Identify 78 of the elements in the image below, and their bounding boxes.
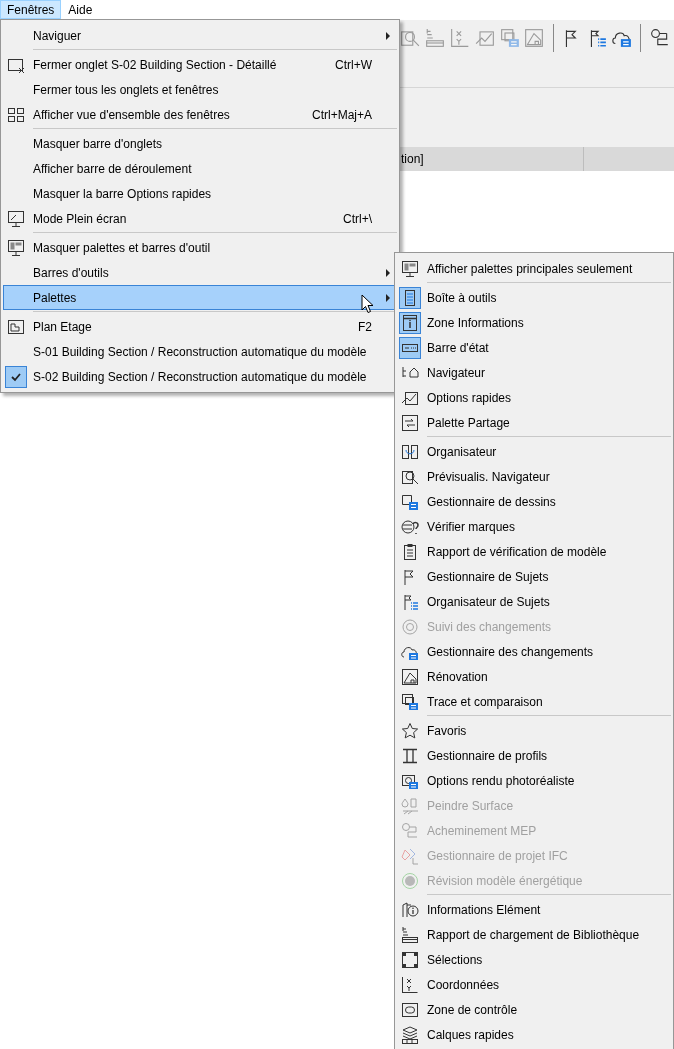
layers-icon <box>401 1025 419 1044</box>
clipboard-icon <box>401 542 419 561</box>
menu-item[interactable]: Trace et comparaison <box>397 689 671 714</box>
mouse-pointer-icon <box>361 294 374 314</box>
building-info-icon <box>401 900 419 919</box>
overlay-squares-icon[interactable] <box>499 28 520 48</box>
menu-item[interactable]: Rapport de vérification de modèle <box>397 539 671 564</box>
magnifier-icon[interactable] <box>400 28 421 48</box>
menu-item[interactable]: Masquer barre d'onglets <box>3 131 397 156</box>
menu-item[interactable]: Naviguer <box>3 23 397 48</box>
menu-item[interactable]: Barres d'outils <box>3 260 397 285</box>
menu-item[interactable]: Afficher palettes principales seulement <box>397 256 671 281</box>
menu-item[interactable]: Organisateur <box>397 439 671 464</box>
document-list-icon <box>401 492 419 511</box>
menu-item[interactable]: Zone Informations <box>397 310 671 335</box>
menu-item[interactable]: Prévisualis. Navigateur <box>397 464 671 489</box>
shortcut-text: Ctrl+\ <box>343 211 372 226</box>
menu-item[interactable]: Fermer tous les onglets et fenêtres <box>3 77 397 102</box>
shortcut-text: Ctrl+W <box>335 57 372 72</box>
menu-item[interactable]: Masquer palettes et barres d'outil <box>3 235 397 260</box>
house-frame-icon[interactable] <box>524 28 545 48</box>
tab-title[interactable]: tion] <box>401 147 583 171</box>
library-icon <box>401 925 419 944</box>
menu-item[interactable]: Masquer la barre Options rapides <box>3 181 397 206</box>
menu-item[interactable]: Rénovation <box>397 664 671 689</box>
pipes-icon <box>401 821 419 840</box>
menu-item[interactable]: Palettes <box>3 285 397 310</box>
coordinates-icon <box>401 975 419 994</box>
monitor-panels-icon <box>401 259 419 278</box>
library-icon[interactable] <box>425 28 446 48</box>
overlay-squares-icon <box>401 692 419 711</box>
selection-icon <box>401 950 419 969</box>
menu-item[interactable]: Informations Elément <box>397 897 671 922</box>
chart-line-icon[interactable] <box>474 28 495 48</box>
menu-item[interactable]: Gestionnaire de dessins <box>397 489 671 514</box>
menu-item[interactable]: Gestionnaire des changements <box>397 639 671 664</box>
monitor-icon <box>7 209 25 228</box>
grid-icon <box>7 105 25 124</box>
menu-item[interactable]: Afficher vue d'ensemble des fenêtres Ctrl+Maj+A <box>3 102 397 127</box>
menu-item[interactable]: Navigateur <box>397 360 671 385</box>
question-icon <box>401 517 419 536</box>
star-icon <box>401 721 419 740</box>
menu-item[interactable]: Gestionnaire de Sujets <box>397 564 671 589</box>
house-frame-icon <box>401 667 419 686</box>
menu-item[interactable]: Plan Etage F2 <box>3 314 397 339</box>
menubar-item[interactable]: Fenêtres <box>0 0 62 19</box>
menu-item[interactable]: Sélections <box>397 947 671 972</box>
menu-item[interactable]: Fermer onglet S-02 Building Section - Détaillé Ctrl+W <box>3 52 397 77</box>
monitor-panels-icon <box>7 238 25 257</box>
menu-item[interactable]: Coordonnées <box>397 972 671 997</box>
menu-item[interactable]: Vérifier marques <box>397 514 671 539</box>
menu-item[interactable]: Options rapides <box>397 385 671 410</box>
menu-item[interactable]: Favoris <box>397 718 671 743</box>
menubar-item[interactable]: Aide <box>61 0 100 19</box>
exchange-arrows-icon <box>401 413 419 432</box>
flag-list-icon <box>401 592 419 611</box>
menu-item[interactable]: Boîte à outils <box>397 285 671 310</box>
menu-item[interactable]: Mode Plein écran Ctrl+\ <box>3 206 397 231</box>
menu-item[interactable]: Palette Partage <box>397 410 671 435</box>
menu-item[interactable]: Rapport de chargement de Bibliothèque <box>397 922 671 947</box>
pipes-icon[interactable] <box>649 28 670 48</box>
i-beam-icon <box>401 746 419 765</box>
menu-item[interactable]: Gestionnaire de profils <box>397 743 671 768</box>
menu-item[interactable]: Zone de contrôle <box>397 997 671 1022</box>
shortcut-text: Ctrl+Maj+A <box>311 107 372 122</box>
shortcut-text: F2 <box>358 319 372 334</box>
menu-item[interactable]: S-02 Building Section / Reconstruction automatique du modèle <box>3 364 397 389</box>
menu-item[interactable]: Calques rapides <box>397 1022 671 1047</box>
coordinates-icon[interactable] <box>450 28 471 48</box>
menu-item[interactable]: Barre d'état <box>397 335 671 360</box>
paint-drop-icon <box>401 796 419 815</box>
menu-item[interactable]: Organisateur de Sujets <box>397 589 671 614</box>
organizer-icon <box>401 442 419 461</box>
menu-item[interactable]: Options rendu photoréaliste <box>397 768 671 793</box>
ok-panel-icon <box>401 1000 419 1019</box>
menu-item[interactable]: S-01 Building Section / Reconstruction automatique du modèle <box>3 339 397 364</box>
plan-icon <box>7 317 25 336</box>
menu-item[interactable]: Afficher barre de déroulement <box>3 156 397 181</box>
